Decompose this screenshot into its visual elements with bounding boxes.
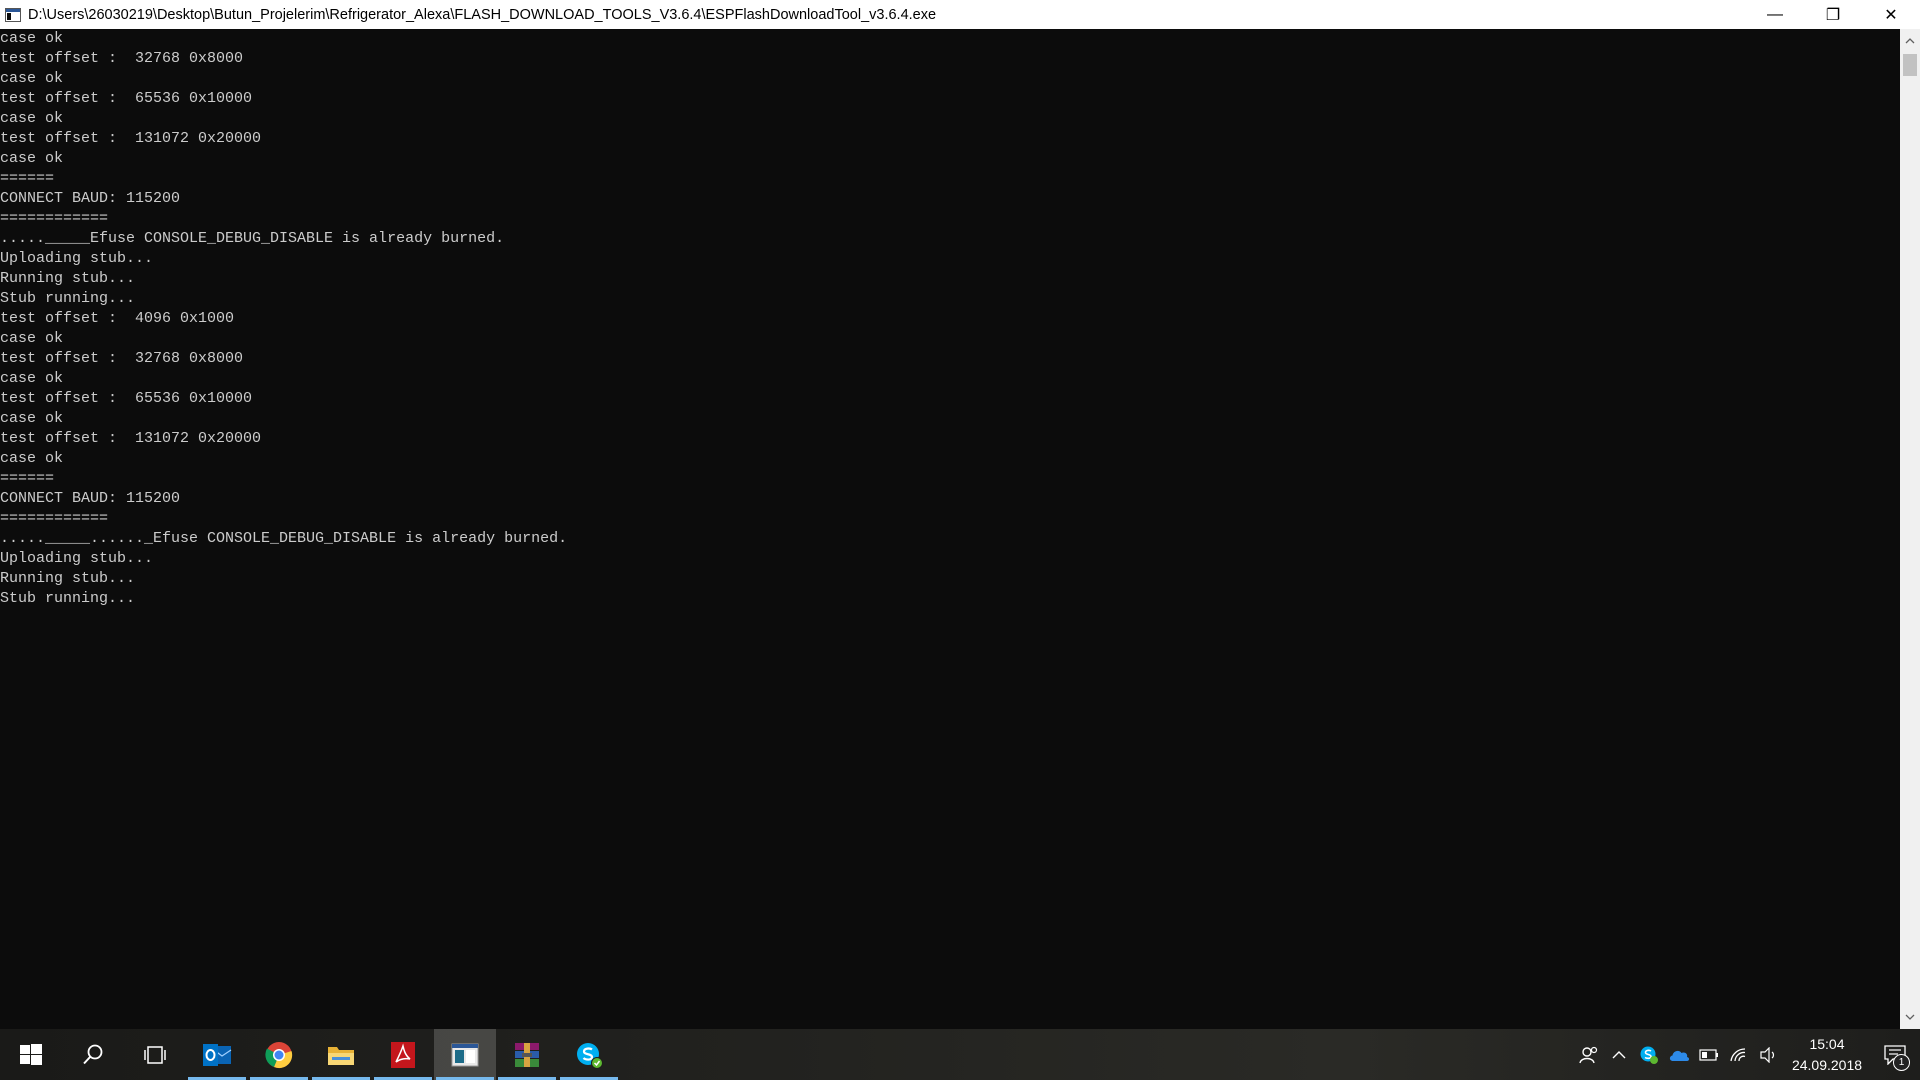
console-app-icon — [451, 1043, 479, 1066]
skype-icon — [577, 1042, 603, 1069]
console-line: CONNECT BAUD: 115200 — [0, 490, 181, 507]
minimize-button[interactable]: — — [1746, 0, 1804, 29]
chevron-up-icon — [1612, 1050, 1626, 1058]
console-line: Stub running... — [0, 290, 136, 307]
clock-time: 15:04 — [1809, 1035, 1845, 1052]
notification-count-badge: 1 — [1893, 1054, 1910, 1071]
people-icon — [1579, 1046, 1598, 1063]
console-window-icon[interactable] — [2, 0, 24, 29]
skype-tray-icon — [1640, 1046, 1658, 1064]
vertical-scrollbar[interactable] — [1900, 29, 1920, 1029]
taskbar-acrobat[interactable] — [372, 1029, 434, 1080]
tray-skype[interactable] — [1634, 1029, 1664, 1080]
console-line: case ok — [0, 450, 64, 467]
scroll-up-arrow-icon[interactable] — [1900, 31, 1920, 51]
taskbar-winrar[interactable] — [496, 1029, 558, 1080]
window-controls: — ❐ ✕ — [1746, 0, 1920, 29]
console-line: Running stub... — [0, 270, 136, 287]
taskbar-outlook[interactable] — [186, 1029, 248, 1080]
tray-onedrive[interactable] — [1664, 1029, 1694, 1080]
console-line: ....._____......_Efuse CONSOLE_DEBUG_DIS… — [0, 530, 568, 547]
console-line: case ok — [0, 70, 64, 87]
windows-logo-icon — [20, 1043, 42, 1065]
battery-icon — [1699, 1048, 1718, 1061]
taskbar-flash-tool[interactable] — [434, 1029, 496, 1080]
console-line: ....._____Efuse CONSOLE_DEBUG_DISABLE is… — [0, 230, 505, 247]
console-line: case ok — [0, 330, 64, 347]
console-line: CONNECT BAUD: 115200 — [0, 190, 181, 207]
tray-volume[interactable] — [1754, 1029, 1784, 1080]
console-line: ====== — [0, 170, 55, 187]
search-button[interactable] — [62, 1029, 124, 1080]
console-line: Uploading stub... — [0, 550, 154, 567]
system-tray: 15:04 24.09.2018 1 — [1574, 1029, 1920, 1080]
action-center-button[interactable]: 1 — [1870, 1029, 1920, 1080]
console-line: case ok — [0, 30, 64, 47]
wifi-icon — [1730, 1047, 1746, 1061]
console-line: ============ — [0, 210, 109, 227]
taskbar-file-explorer[interactable] — [310, 1029, 372, 1080]
chrome-icon — [265, 1041, 293, 1068]
console-line: test offset : 4096 0x1000 — [0, 310, 235, 327]
scroll-down-arrow-icon[interactable] — [1900, 1007, 1920, 1027]
console-line: Running stub... — [0, 570, 136, 587]
console-line: ============ — [0, 510, 109, 527]
speaker-icon — [1760, 1046, 1775, 1063]
console-line: test offset : 65536 0x10000 — [0, 390, 253, 407]
people-button[interactable] — [1574, 1029, 1604, 1080]
console-line: Stub running... — [0, 590, 136, 607]
taskbar-clock[interactable]: 15:04 24.09.2018 — [1784, 1029, 1870, 1080]
title-bar[interactable]: D:\Users\26030219\Desktop\Butun_Projeler… — [0, 0, 1920, 29]
console-line: Uploading stub... — [0, 250, 154, 267]
console-line: test offset : 131072 0x20000 — [0, 430, 262, 447]
console-line: case ok — [0, 410, 64, 427]
task-view-button[interactable] — [124, 1029, 186, 1080]
start-button[interactable] — [0, 1029, 62, 1080]
close-button[interactable]: ✕ — [1862, 0, 1920, 29]
console-line: ====== — [0, 470, 55, 487]
console-line: test offset : 32768 0x8000 — [0, 350, 244, 367]
console-line: case ok — [0, 110, 64, 127]
console-line: test offset : 65536 0x10000 — [0, 90, 253, 107]
console-line: test offset : 131072 0x20000 — [0, 130, 262, 147]
tray-battery[interactable] — [1694, 1029, 1724, 1080]
folder-icon — [328, 1046, 354, 1065]
search-icon — [83, 1044, 103, 1064]
outlook-icon — [203, 1043, 232, 1066]
pdf-icon — [391, 1041, 415, 1068]
console-line: test offset : 32768 0x8000 — [0, 50, 244, 67]
taskbar: 15:04 24.09.2018 1 — [0, 1029, 1920, 1080]
scrollbar-thumb[interactable] — [1903, 54, 1917, 76]
taskbar-skype[interactable] — [558, 1029, 620, 1080]
clock-date: 24.09.2018 — [1791, 1056, 1863, 1073]
taskbar-apps — [0, 1029, 620, 1080]
window-title: D:\Users\26030219\Desktop\Butun_Projeler… — [28, 6, 937, 23]
tray-network[interactable] — [1724, 1029, 1754, 1080]
show-hidden-icons-button[interactable] — [1604, 1029, 1634, 1080]
winrar-icon — [515, 1042, 539, 1067]
console-line: case ok — [0, 370, 64, 387]
onedrive-cloud-icon — [1669, 1050, 1690, 1061]
console-output[interactable]: case ok test offset : 32768 0x8000 case ok… — [0, 29, 1900, 1029]
console-line: case ok — [0, 150, 64, 167]
taskbar-chrome[interactable] — [248, 1029, 310, 1080]
task-view-icon — [144, 1045, 166, 1064]
restore-button[interactable]: ❐ — [1804, 0, 1862, 29]
